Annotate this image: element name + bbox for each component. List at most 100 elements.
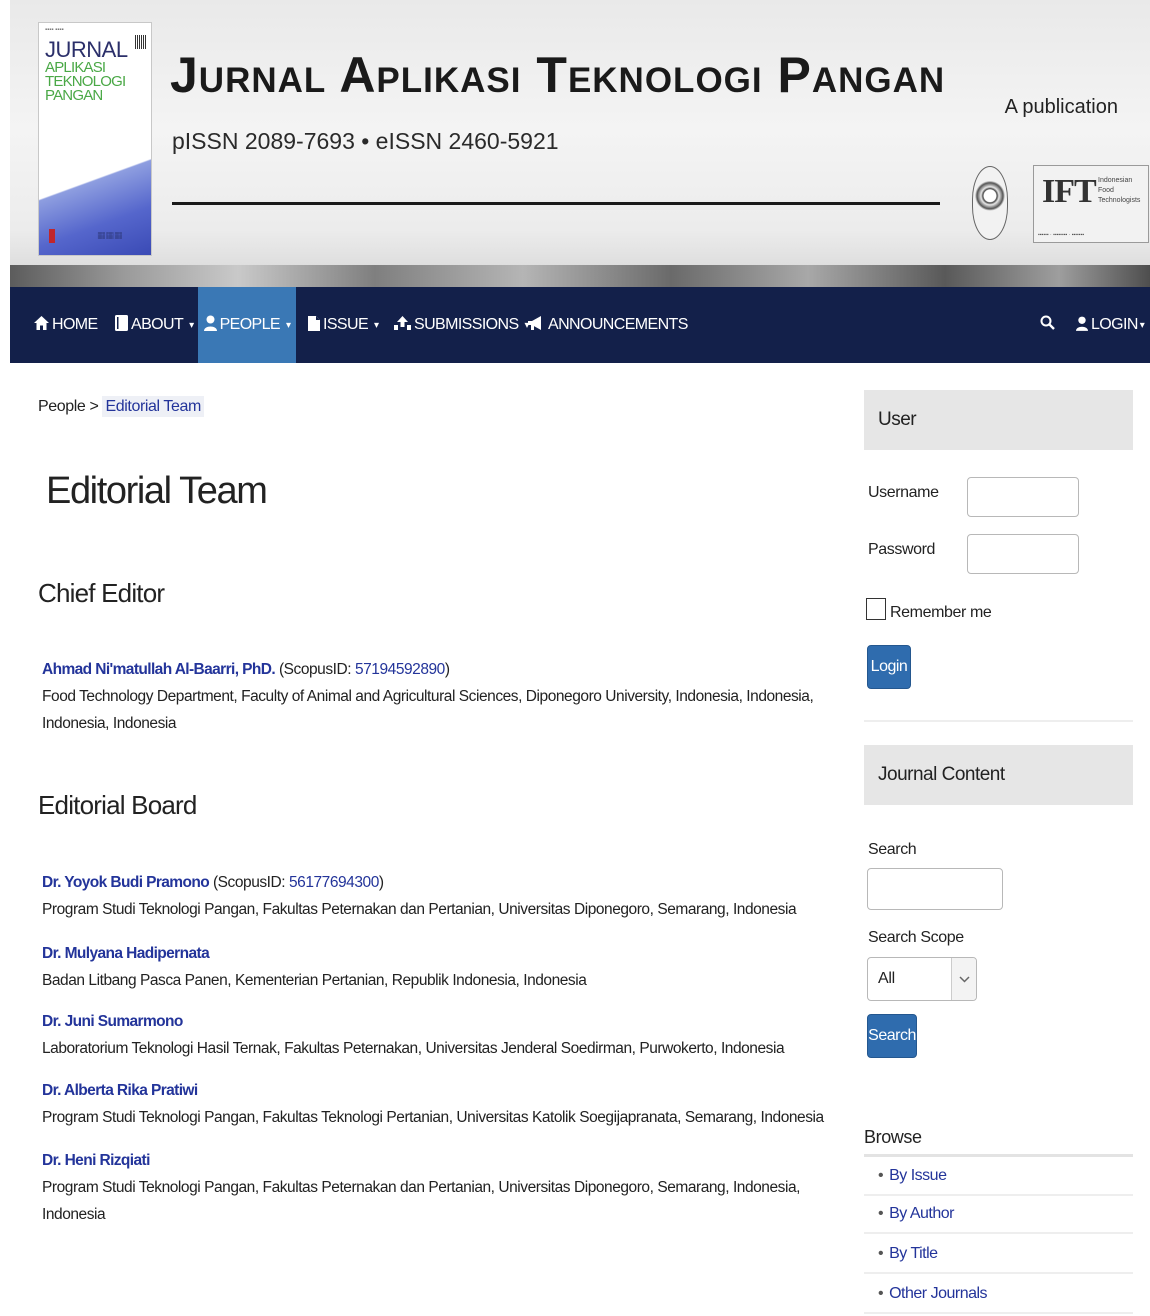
browse-item-label: Other Journals (889, 1285, 988, 1302)
member-name-link[interactable]: Dr. Juni Sumarmono (42, 1013, 183, 1030)
member-item: Dr. Alberta Rika Pratiwi Program Studi T… (42, 1077, 832, 1131)
bullet-icon: • (878, 1285, 884, 1302)
user-block-title: User (864, 390, 1133, 450)
browse-item-label: By Author (889, 1205, 954, 1222)
ift-logo-url-strip: ▪▪▪▪▪▪ · ▪▪▪▪▪▪▪▪ · ▪▪▪▪▪▪▪ (1038, 232, 1085, 238)
member-name-link[interactable]: Dr. Yoyok Budi Pramono (42, 874, 210, 891)
cover-title-line2: APLIKASI TEKNOLOGI PANGAN (45, 59, 126, 104)
password-label: Password (868, 541, 936, 558)
file-icon (308, 315, 320, 335)
breadcrumb-parent[interactable]: People (38, 398, 86, 415)
publication-label: A publication (1004, 96, 1118, 118)
browse-other-journals-link[interactable]: • Other Journals (864, 1276, 1133, 1314)
username-input[interactable] (967, 477, 1079, 517)
member-item: Dr. Juni Sumarmono Laboratorium Teknolog… (42, 1008, 832, 1062)
ift-logo-subtitle: Indonesian Food Technologists (1098, 177, 1141, 204)
member-affiliation: Program Studi Teknologi Pangan, Fakultas… (42, 901, 797, 918)
cover-red-mark (49, 229, 55, 243)
nav-home[interactable]: HOME (34, 287, 98, 363)
chevron-down-icon: ▾ (1139, 319, 1145, 331)
member-affiliation: Badan Litbang Pasca Panen, Kementerian P… (42, 972, 587, 989)
journal-content-title: Journal Content (864, 745, 1133, 805)
breadcrumb: People > Editorial Team (38, 396, 204, 417)
breadcrumb-separator: > (89, 398, 103, 415)
member-name-link[interactable]: Dr. Heni Rizqiati (42, 1152, 150, 1169)
chevron-down-icon: ▾ (189, 319, 194, 331)
chevron-down-icon: ▾ (374, 319, 379, 331)
browse-by-issue-link[interactable]: • By Issue (864, 1158, 1133, 1196)
remember-me-checkbox[interactable] (866, 598, 886, 620)
search-button[interactable]: Search (867, 1014, 917, 1058)
cover-graphic (39, 135, 151, 255)
search-label: Search (868, 841, 917, 858)
scopus-id-link[interactable]: 57194592890 (355, 661, 445, 678)
browse-by-author-link[interactable]: • By Author (864, 1196, 1133, 1234)
nav-announcements-label: ANNOUNCEMENTS (548, 316, 688, 333)
header-photo-strip (10, 265, 1150, 287)
scopus-prefix: (ScopusID: (212, 874, 289, 891)
chief-editor-heading: Chief Editor (38, 578, 165, 608)
nav-submissions[interactable]: SUBMISSIONS ▾ (394, 287, 530, 363)
home-icon (34, 316, 49, 334)
nav-login-label: LOGIN (1091, 316, 1138, 333)
university-seal-icon (972, 166, 1008, 240)
page: ▪▪▪▪ ▪▪▪▪ JURNAL APLIKASI TEKNOLOGI PANG… (0, 0, 1150, 1316)
cover-publisher-logo: ▦▦▦ (97, 230, 123, 240)
search-scope-value: All (878, 970, 895, 987)
nav-search[interactable] (1040, 287, 1055, 363)
cover-small-print: ▪▪▪▪ ▪▪▪▪ (45, 27, 64, 33)
scopus-prefix: (ScopusID: (278, 661, 355, 678)
cover-title-line1: JURNAL (45, 37, 128, 62)
nav-people-label: PEOPLE (219, 316, 281, 333)
sidebar-divider (864, 720, 1133, 722)
nav-announcements[interactable]: ANNOUNCEMENTS (528, 287, 688, 363)
breadcrumb-current[interactable]: Editorial Team (102, 396, 204, 417)
username-label: Username (868, 484, 939, 501)
nav-login[interactable]: LOGIN ▾ (1076, 287, 1145, 363)
book-icon (115, 315, 128, 335)
nav-about-label: ABOUT (131, 316, 184, 333)
member-item: Ahmad Ni'matullah Al-Baarri, PhD. (Scopu… (42, 656, 832, 737)
browse-heading: Browse (864, 1127, 1133, 1157)
chevron-down-icon: ▾ (286, 319, 291, 331)
header-rule (172, 202, 940, 205)
journal-issn: pISSN 2089-7693 • eISSN 2460-5921 (172, 128, 559, 154)
nav-issue-label: ISSUE (323, 316, 369, 333)
ift-logo: IFT Indonesian Food Technologists ▪▪▪▪▪▪… (1033, 165, 1149, 243)
upload-icon (394, 316, 411, 334)
login-button[interactable]: Login (867, 645, 911, 689)
search-icon (1040, 315, 1055, 335)
scopus-id-link[interactable]: 56177694300 (289, 874, 379, 891)
search-input[interactable] (867, 868, 1003, 910)
member-item: Dr. Heni Rizqiati Program Studi Teknolog… (42, 1147, 832, 1228)
member-name-link[interactable]: Ahmad Ni'matullah Al-Baarri, PhD. (42, 661, 276, 678)
member-item: Dr. Yoyok Budi Pramono (ScopusID: 561776… (42, 869, 832, 923)
search-scope-label: Search Scope (868, 929, 964, 946)
bullet-icon: • (878, 1167, 884, 1184)
ift-logo-letters: IFT (1042, 173, 1097, 210)
member-affiliation: Program Studi Teknologi Pangan, Fakultas… (42, 1109, 824, 1126)
bullhorn-icon (528, 316, 545, 334)
member-affiliation: Program Studi Teknologi Pangan, Fakultas… (42, 1179, 800, 1223)
bullet-icon: • (878, 1245, 884, 1262)
scopus-suffix: ) (444, 661, 450, 678)
chevron-down-icon (951, 958, 976, 1000)
journal-title[interactable]: Jurnal Aplikasi Teknologi Pangan (170, 50, 945, 100)
scopus-suffix: ) (378, 874, 384, 891)
nav-about[interactable]: ABOUT ▾ (115, 287, 194, 363)
site-header: ▪▪▪▪ ▪▪▪▪ JURNAL APLIKASI TEKNOLOGI PANG… (10, 0, 1150, 287)
nav-issue[interactable]: ISSUE ▾ (308, 287, 379, 363)
search-scope-select[interactable]: All (867, 957, 977, 1001)
main-nav: HOME ABOUT ▾ PEOPLE ▾ ISSUE ▾ SUBMISSION… (10, 287, 1150, 363)
member-item: Dr. Mulyana Hadipernata Badan Litbang Pa… (42, 940, 832, 994)
nav-home-label: HOME (52, 316, 98, 333)
journal-cover-image[interactable]: ▪▪▪▪ ▪▪▪▪ JURNAL APLIKASI TEKNOLOGI PANG… (38, 22, 152, 256)
member-affiliation: Food Technology Department, Faculty of A… (42, 688, 814, 732)
member-name-link[interactable]: Dr. Alberta Rika Pratiwi (42, 1082, 198, 1099)
nav-submissions-label: SUBMISSIONS (414, 316, 519, 333)
browse-item-label: By Title (889, 1245, 938, 1262)
nav-people[interactable]: PEOPLE ▾ (198, 287, 296, 363)
password-input[interactable] (967, 534, 1079, 574)
member-name-link[interactable]: Dr. Mulyana Hadipernata (42, 945, 210, 962)
browse-by-title-link[interactable]: • By Title (864, 1236, 1133, 1274)
